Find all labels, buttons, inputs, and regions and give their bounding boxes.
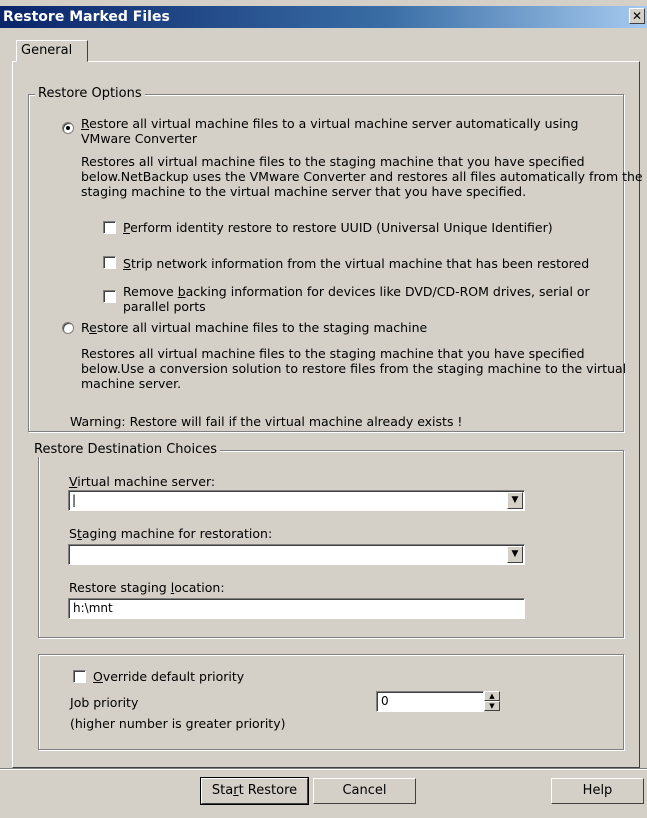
radio-restore-automatic[interactable] bbox=[62, 122, 74, 134]
description-automatic-2: below.NetBackup uses the VMware Converte… bbox=[81, 169, 643, 184]
restore-dialog: Restore Marked Files ✕ General Restore O… bbox=[0, 0, 647, 818]
description-staging-2: below.Use a conversion solution to resto… bbox=[81, 361, 627, 376]
cancel-button[interactable]: Cancel bbox=[313, 778, 416, 804]
vm-server-value: | bbox=[72, 493, 77, 507]
staging-location-input[interactable]: h:\mnt bbox=[68, 598, 525, 619]
radio-restore-staging-label[interactable]: Restore all virtual machine files to the… bbox=[81, 320, 427, 335]
checkbox-remove-backing-label[interactable]: Remove backing information for devices l… bbox=[123, 284, 590, 299]
checkbox-remove-backing[interactable] bbox=[103, 290, 116, 303]
staging-machine-label: Staging machine for restoration: bbox=[69, 526, 273, 541]
description-staging-3: machine server. bbox=[81, 376, 182, 391]
description-automatic-3: staging machine to the virtual machine s… bbox=[81, 184, 527, 199]
checkbox-override-priority-label[interactable]: Override default priority bbox=[93, 669, 244, 684]
vm-server-dropdown-icon[interactable]: ▼ bbox=[507, 492, 523, 509]
vm-server-combo[interactable]: | ▼ bbox=[68, 490, 525, 511]
staging-machine-dropdown-icon[interactable]: ▼ bbox=[507, 546, 523, 563]
bottom-separator bbox=[0, 768, 647, 770]
radio-restore-staging[interactable] bbox=[62, 322, 74, 334]
warning-text: Warning: Restore will fail if the virtua… bbox=[70, 414, 463, 429]
help-button[interactable]: Help bbox=[551, 778, 644, 804]
checkbox-strip-network[interactable] bbox=[103, 256, 116, 269]
job-priority-spinner[interactable]: ▲ ▼ bbox=[484, 691, 500, 712]
staging-machine-combo[interactable]: ▼ bbox=[68, 544, 525, 565]
spin-up-icon[interactable]: ▲ bbox=[484, 691, 500, 701]
description-staging-1: Restores all virtual machine files to th… bbox=[81, 346, 585, 361]
checkbox-identity-restore-label[interactable]: Perform identity restore to restore UUID… bbox=[123, 220, 553, 235]
vm-server-label: Virtual machine server: bbox=[69, 474, 216, 489]
job-priority-input[interactable]: 0 bbox=[376, 691, 484, 712]
spin-down-icon[interactable]: ▼ bbox=[484, 701, 500, 711]
job-priority-label: Job priority bbox=[70, 695, 139, 710]
radio-restore-automatic-label[interactable]: Restore all virtual machine files to a v… bbox=[81, 116, 578, 131]
title-bar: Restore Marked Files ✕ bbox=[0, 6, 647, 28]
checkbox-identity-restore[interactable] bbox=[103, 221, 116, 234]
job-priority-hint: (higher number is greater priority) bbox=[70, 716, 286, 731]
tab-general[interactable]: General bbox=[16, 40, 88, 62]
destination-legend: Restore Destination Choices bbox=[31, 442, 220, 457]
close-icon[interactable]: ✕ bbox=[629, 8, 645, 24]
start-restore-button[interactable]: Start Restore bbox=[200, 777, 309, 805]
radio-restore-automatic-label-line2[interactable]: VMware Converter bbox=[81, 131, 197, 146]
staging-location-label: Restore staging location: bbox=[69, 580, 225, 595]
checkbox-strip-network-label[interactable]: Strip network information from the virtu… bbox=[123, 256, 589, 271]
restore-options-legend: Restore Options bbox=[35, 86, 145, 101]
checkbox-override-priority[interactable] bbox=[73, 670, 86, 683]
description-automatic-1: Restores all virtual machine files to th… bbox=[81, 154, 585, 169]
window-title: Restore Marked Files bbox=[3, 9, 170, 25]
checkbox-remove-backing-label-line2[interactable]: parallel ports bbox=[123, 299, 206, 314]
